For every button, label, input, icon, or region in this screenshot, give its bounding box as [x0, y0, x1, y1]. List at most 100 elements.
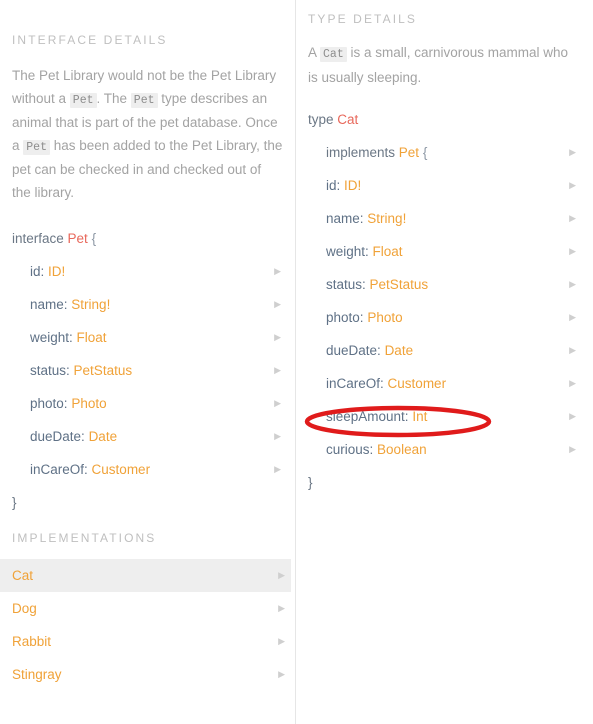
- chevron-right-icon[interactable]: ▶: [274, 321, 281, 354]
- field-type[interactable]: String!: [367, 211, 406, 226]
- field-type[interactable]: PetStatus: [370, 277, 429, 292]
- field-row[interactable]: curious: Boolean ▶: [308, 433, 580, 466]
- implementation-row[interactable]: Rabbit ▶: [0, 625, 291, 658]
- field-name: dueDate:: [326, 343, 381, 358]
- field-name: photo:: [30, 396, 68, 411]
- implements-open-brace: {: [422, 145, 428, 160]
- field-name: dueDate:: [30, 429, 85, 444]
- field-name: status:: [326, 277, 366, 292]
- chevron-right-icon[interactable]: ▶: [274, 354, 281, 387]
- field-name: weight:: [30, 330, 73, 345]
- type-description: A Cat is a small, carnivorous mammal who…: [296, 26, 588, 89]
- field-type[interactable]: ID!: [344, 178, 361, 193]
- chevron-right-icon[interactable]: ▶: [569, 268, 576, 301]
- field-row[interactable]: name: String! ▶: [308, 202, 580, 235]
- field-row[interactable]: name: String! ▶: [12, 288, 283, 321]
- implements-interface-name[interactable]: Pet: [399, 145, 419, 160]
- field-type[interactable]: Photo: [71, 396, 106, 411]
- field-type[interactable]: Float: [373, 244, 403, 259]
- type-keyword: type: [308, 112, 334, 127]
- chevron-right-icon[interactable]: ▶: [274, 255, 281, 288]
- field-type[interactable]: String!: [71, 297, 110, 312]
- interface-description: The Pet Library would not be the Pet Lib…: [0, 47, 295, 204]
- field-row[interactable]: status: PetStatus ▶: [308, 268, 580, 301]
- field-type[interactable]: Customer: [388, 376, 447, 391]
- interface-details-title: INTERFACE DETAILS: [12, 33, 168, 47]
- field-type[interactable]: Photo: [367, 310, 402, 325]
- chevron-right-icon[interactable]: ▶: [274, 387, 281, 420]
- implementations-title: IMPLEMENTATIONS: [12, 531, 157, 545]
- interface-description-part4: has been added to the Pet Library, the p…: [12, 137, 283, 200]
- field-name: name:: [30, 297, 68, 312]
- implementation-label: Rabbit: [12, 634, 52, 649]
- field-row[interactable]: dueDate: Date ▶: [308, 334, 580, 367]
- field-type[interactable]: ID!: [48, 264, 65, 279]
- field-type[interactable]: Boolean: [377, 442, 427, 457]
- field-name: weight:: [326, 244, 369, 259]
- field-type[interactable]: PetStatus: [74, 363, 133, 378]
- chevron-right-icon[interactable]: ▶: [274, 453, 281, 486]
- field-type[interactable]: Float: [77, 330, 107, 345]
- field-name: status:: [30, 363, 70, 378]
- chevron-right-icon[interactable]: ▶: [569, 400, 576, 433]
- field-name: inCareOf:: [326, 376, 384, 391]
- type-description-part2: is a small, carnivorous mammal who is us…: [308, 45, 569, 85]
- implementation-row[interactable]: Dog ▶: [0, 592, 291, 625]
- chevron-right-icon[interactable]: ▶: [274, 288, 281, 321]
- chevron-right-icon[interactable]: ▶: [569, 334, 576, 367]
- field-name: inCareOf:: [30, 462, 88, 477]
- field-row[interactable]: weight: Float ▶: [308, 235, 580, 268]
- field-type[interactable]: Date: [89, 429, 118, 444]
- field-type[interactable]: Int: [412, 409, 427, 424]
- type-name[interactable]: Cat: [337, 112, 358, 127]
- chevron-right-icon[interactable]: ▶: [569, 235, 576, 268]
- implementation-label: Cat: [12, 568, 34, 583]
- interface-open-brace: {: [91, 231, 97, 246]
- field-row[interactable]: photo: Photo ▶: [308, 301, 580, 334]
- chevron-right-icon[interactable]: ▶: [569, 136, 576, 169]
- chevron-right-icon[interactable]: ▶: [274, 420, 281, 453]
- implementation-label: Dog: [12, 601, 37, 616]
- chevron-right-icon[interactable]: ▶: [278, 625, 285, 658]
- interface-details-panel: INTERFACE DETAILS The Pet Library would …: [0, 0, 296, 724]
- interface-signature: interface Pet {: [12, 222, 283, 255]
- field-row[interactable]: dueDate: Date ▶: [12, 420, 283, 453]
- field-row[interactable]: inCareOf: Customer ▶: [308, 367, 580, 400]
- inline-code-pet-2: Pet: [130, 92, 158, 108]
- chevron-right-icon[interactable]: ▶: [569, 367, 576, 400]
- inline-code-pet-3: Pet: [23, 139, 50, 155]
- implementation-row[interactable]: Stingray ▶: [0, 658, 291, 691]
- implements-row[interactable]: implements Pet {▶: [308, 136, 580, 169]
- field-row[interactable]: sleepAmount: Int ▶: [308, 400, 580, 433]
- implementations-list: Cat ▶ Dog ▶ Rabbit ▶ Stingray ▶: [0, 559, 291, 691]
- field-row[interactable]: id: ID! ▶: [12, 255, 283, 288]
- chevron-right-icon[interactable]: ▶: [569, 169, 576, 202]
- field-row[interactable]: id: ID! ▶: [308, 169, 580, 202]
- type-signature: type Cat: [308, 103, 580, 136]
- field-name: sleepAmount:: [326, 409, 409, 424]
- field-row[interactable]: weight: Float ▶: [12, 321, 283, 354]
- interface-field-list: id: ID! ▶ name: String! ▶ weight: Float ▶ stat…: [12, 255, 283, 486]
- chevron-right-icon[interactable]: ▶: [569, 433, 576, 466]
- interface-close-brace: }: [12, 495, 17, 510]
- implementation-label: Stingray: [12, 667, 62, 682]
- field-row[interactable]: inCareOf: Customer ▶: [12, 453, 283, 486]
- type-description-part1: A: [308, 45, 321, 60]
- type-details-panel: TYPE DETAILS A Cat is a small, carnivoro…: [296, 0, 592, 724]
- field-row[interactable]: photo: Photo ▶: [12, 387, 283, 420]
- field-row[interactable]: status: PetStatus ▶: [12, 354, 283, 387]
- type-close-brace: }: [308, 475, 313, 490]
- field-name: photo:: [326, 310, 364, 325]
- chevron-right-icon[interactable]: ▶: [278, 559, 285, 592]
- chevron-right-icon[interactable]: ▶: [278, 658, 285, 691]
- interface-type-name[interactable]: Pet: [68, 231, 88, 246]
- implementation-row[interactable]: Cat ▶: [0, 559, 291, 592]
- chevron-right-icon[interactable]: ▶: [569, 301, 576, 334]
- field-name: curious:: [326, 442, 374, 457]
- chevron-right-icon[interactable]: ▶: [278, 592, 285, 625]
- field-type[interactable]: Customer: [92, 462, 151, 477]
- chevron-right-icon[interactable]: ▶: [569, 202, 576, 235]
- interface-keyword: interface: [12, 231, 64, 246]
- field-type[interactable]: Date: [385, 343, 414, 358]
- field-name: name:: [326, 211, 364, 226]
